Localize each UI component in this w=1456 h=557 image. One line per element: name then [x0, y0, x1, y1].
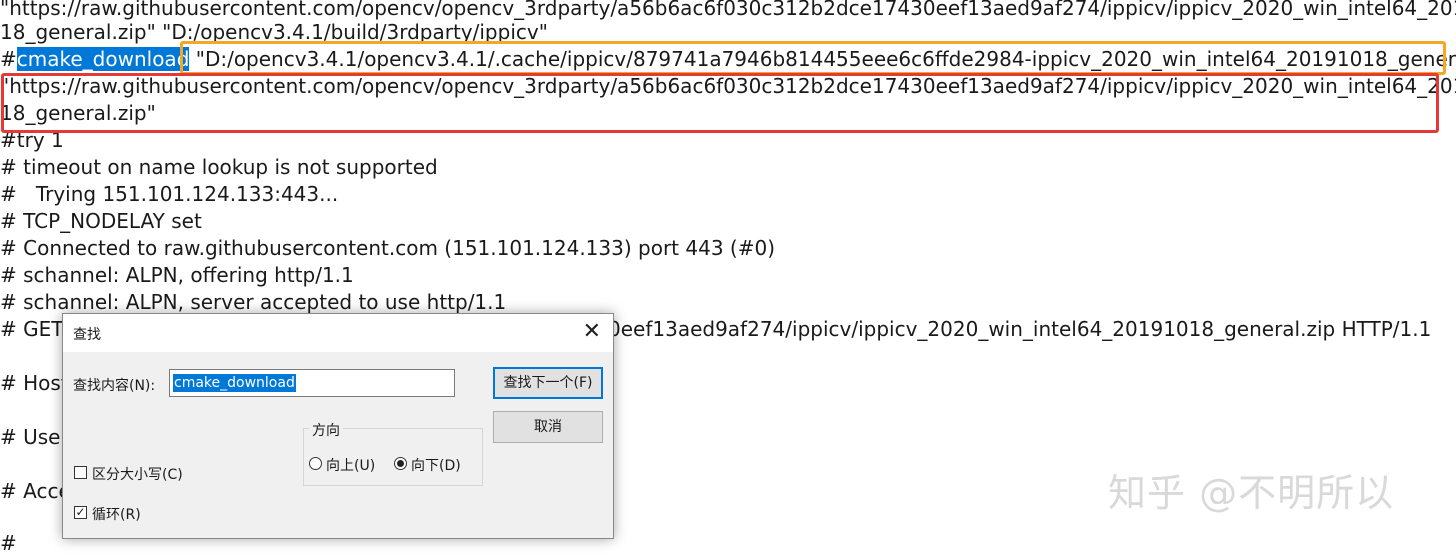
find-what-value: cmake_download: [173, 374, 296, 392]
direction-down-label[interactable]: 向下(D): [411, 455, 461, 475]
dialog-titlebar[interactable]: 查找 ✕: [63, 314, 613, 352]
wrap-label[interactable]: 循环(R): [92, 504, 141, 524]
orange-annotation-box: [180, 41, 1446, 75]
wrap-checkbox[interactable]: ✓: [74, 506, 87, 519]
close-icon[interactable]: ✕: [583, 320, 601, 344]
find-what-input[interactable]: cmake_download: [169, 369, 455, 397]
direction-down-radio[interactable]: [394, 457, 407, 470]
match-case-label[interactable]: 区分大小写(C): [92, 464, 183, 484]
direction-legend: 方向: [309, 420, 343, 440]
log-hash: #: [0, 47, 17, 71]
dialog-title: 查找: [73, 327, 101, 343]
find-what-label: 查找内容(N):: [73, 378, 156, 394]
direction-up-label[interactable]: 向上(U): [326, 455, 375, 475]
find-next-button[interactable]: 查找下一个(F): [493, 367, 603, 399]
radio-selected-dot: [397, 460, 404, 467]
log-line: 0eef13aed9af274/ippicv/ippicv_2020_win_i…: [608, 317, 1432, 341]
checkmark-icon: ✓: [75, 505, 86, 519]
log-line: # Acce: [0, 479, 71, 503]
log-line: #: [0, 531, 17, 555]
cancel-button[interactable]: 取消: [493, 411, 603, 443]
watermark: 知乎 @不明所以: [1108, 471, 1395, 515]
search-match-highlight: cmake_download: [16, 47, 190, 71]
match-case-checkbox[interactable]: [74, 466, 87, 479]
red-annotation-box: [1, 73, 1439, 133]
direction-up-radio[interactable]: [309, 457, 322, 470]
log-line: # schannel: ALPN, offering http/1.1: [0, 263, 354, 287]
log-line: # timeout on name lookup is not supporte…: [0, 155, 438, 179]
log-line: # TCP_NODELAY set: [0, 209, 202, 233]
log-line: # Connected to raw.githubusercontent.com…: [0, 236, 775, 260]
find-dialog: 查找 ✕ 查找内容(N): cmake_download 查找下一个(F) 取消…: [62, 313, 614, 539]
log-line: # Trying 151.101.124.133:443...: [0, 182, 339, 206]
log-line: # schannel: ALPN, server accepted to use…: [0, 290, 507, 314]
